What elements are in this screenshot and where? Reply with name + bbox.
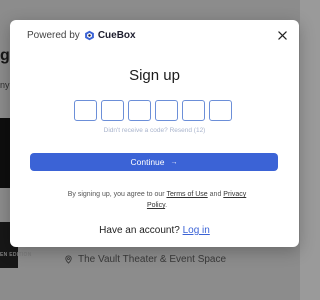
- terms-of-use-link[interactable]: Terms of Use: [166, 191, 207, 198]
- terms-suffix: .: [165, 202, 168, 209]
- code-digit-input[interactable]: [182, 100, 205, 121]
- terms-prefix: By signing up, you agree to our: [67, 191, 165, 198]
- continue-label: Continue: [130, 157, 165, 167]
- cuebox-logo-icon: [84, 30, 94, 40]
- have-account-row: Have an account? Log in: [10, 225, 299, 236]
- verification-code-inputs: [74, 100, 232, 121]
- code-digit-input[interactable]: [155, 100, 178, 121]
- continue-button[interactable]: Continue →: [30, 153, 278, 171]
- brand: CueBox: [84, 30, 136, 41]
- code-digit-input[interactable]: [74, 100, 97, 121]
- powered-by-label: Powered by: [27, 29, 80, 41]
- modal-title: Sign up: [129, 67, 180, 84]
- signup-modal: Powered by CueBox Sign up Didn't receive…: [10, 20, 299, 247]
- arrow-right-icon: →: [170, 158, 178, 166]
- resend-code-link[interactable]: Didn't receive a code? Resend (12): [10, 127, 299, 134]
- code-digit-input[interactable]: [101, 100, 124, 121]
- modal-header: Powered by CueBox: [10, 20, 299, 50]
- code-digit-input[interactable]: [128, 100, 151, 121]
- terms-and: and: [209, 191, 222, 198]
- terms-text: By signing up, you agree to our Terms of…: [62, 189, 252, 211]
- code-digit-input[interactable]: [209, 100, 232, 121]
- brand-name: CueBox: [97, 29, 136, 41]
- close-icon: [277, 30, 287, 40]
- close-button[interactable]: [275, 28, 289, 42]
- have-account-label: Have an account?: [99, 225, 180, 236]
- login-link[interactable]: Log in: [183, 225, 210, 236]
